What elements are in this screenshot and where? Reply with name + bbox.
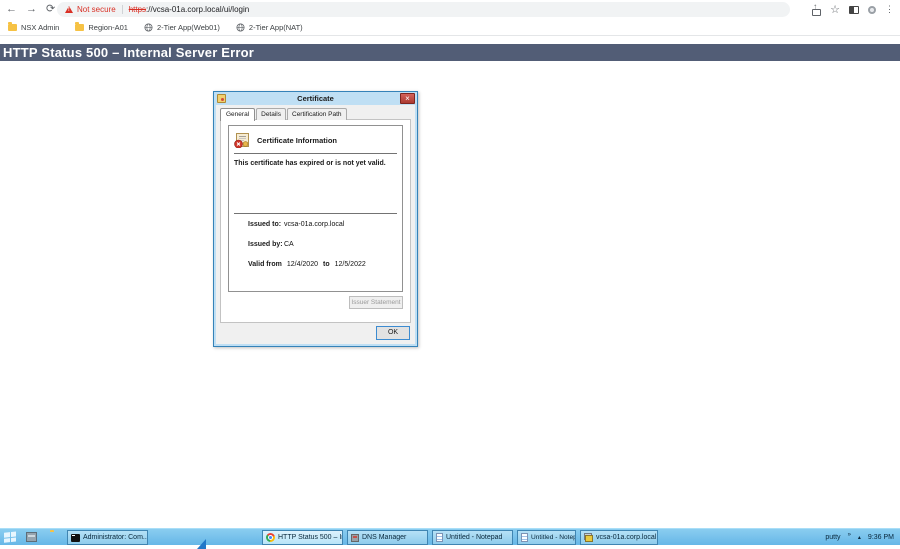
taskbar: Administrator: Com... HTTP Status 500 – … bbox=[0, 528, 900, 545]
dialog-title: Certificate bbox=[214, 94, 417, 103]
browser-menu-icon[interactable]: ⋮ bbox=[885, 4, 894, 15]
certificate-dialog: Certificate × General Details Certificat… bbox=[213, 91, 418, 347]
taskbar-button-label: Administrator: Com... bbox=[83, 534, 148, 541]
notepad-icon bbox=[436, 533, 443, 542]
close-icon[interactable]: × bbox=[400, 93, 415, 104]
taskbar-button-label: vcsa-01a.corp.local -... bbox=[596, 534, 658, 541]
dialog-tabs: General Details Certification Path bbox=[220, 108, 348, 120]
chrome-icon bbox=[266, 533, 275, 542]
share-icon[interactable] bbox=[811, 5, 821, 15]
show-hidden-icons-icon[interactable]: ▴ bbox=[858, 534, 861, 541]
bookmark-label: Region-A01 bbox=[88, 23, 128, 32]
forward-icon[interactable]: → bbox=[26, 4, 37, 15]
dialog-title-bar[interactable]: Certificate × bbox=[214, 92, 417, 105]
folder-icon bbox=[75, 24, 84, 31]
certificate-status-message: This certificate has expired or is not y… bbox=[229, 154, 402, 173]
ok-button[interactable]: OK bbox=[376, 326, 410, 340]
taskbar-button-label: DNS Manager bbox=[362, 534, 406, 541]
cmd-icon bbox=[71, 534, 80, 542]
folder-icon bbox=[8, 24, 17, 31]
taskbar-button-dns-manager[interactable]: DNS Manager bbox=[347, 530, 428, 545]
issued-to-value: vcsa-01a.corp.local bbox=[284, 221, 344, 228]
valid-to-joiner: to bbox=[323, 261, 330, 268]
bookmark-2tier-web01[interactable]: 2-Tier App(Web01) bbox=[144, 23, 220, 32]
omnibox-divider bbox=[122, 5, 123, 14]
profile-avatar[interactable] bbox=[868, 6, 876, 14]
warning-icon bbox=[65, 6, 73, 13]
blue-sail-app-icon[interactable] bbox=[197, 532, 206, 539]
url-protocol: https bbox=[129, 5, 146, 14]
valid-to-value: 12/5/2022 bbox=[335, 261, 366, 268]
bookmark-2tier-nat[interactable]: 2-Tier App(NAT) bbox=[236, 23, 303, 32]
dns-manager-icon bbox=[351, 534, 359, 542]
issuer-statement-button[interactable]: Issuer Statement bbox=[349, 296, 403, 309]
bookmark-label: NSX Admin bbox=[21, 23, 59, 32]
general-tab-page: Certificate Information This certificate… bbox=[220, 119, 411, 323]
certificate-information-heading: Certificate Information bbox=[257, 136, 337, 145]
tab-certification-path[interactable]: Certification Path bbox=[287, 108, 347, 120]
taskbar-button-notepad-2[interactable]: Untitled - Notepad bbox=[517, 530, 576, 545]
taskbar-button-cmd[interactable]: Administrator: Com... bbox=[67, 530, 148, 545]
bookmark-folder-region-a01[interactable]: Region-A01 bbox=[75, 23, 128, 32]
not-secure-label[interactable]: Not secure bbox=[77, 5, 116, 14]
taskbar-clock[interactable]: 9:36 PM bbox=[868, 534, 894, 541]
side-panel-icon[interactable] bbox=[849, 6, 859, 14]
taskbar-button-label: HTTP Status 500 – In... bbox=[278, 534, 343, 541]
server-manager-icon[interactable] bbox=[26, 532, 37, 542]
globe-icon bbox=[144, 23, 153, 32]
valid-from-label: Valid from bbox=[248, 261, 282, 268]
issued-by-value: CA bbox=[284, 241, 294, 248]
issued-to-row: Issued to: vcsa-01a.corp.local bbox=[248, 221, 398, 241]
issued-by-label: Issued by: bbox=[248, 241, 284, 248]
putty-icon bbox=[584, 533, 593, 542]
back-icon[interactable]: ← bbox=[6, 4, 17, 15]
notepad-icon bbox=[521, 533, 528, 542]
taskbar-button-putty-session[interactable]: vcsa-01a.corp.local -... bbox=[580, 530, 658, 545]
address-bar[interactable]: Not secure https://vcsa-01a.corp.local/u… bbox=[57, 2, 790, 17]
monitor-app-icon[interactable] bbox=[152, 532, 154, 540]
bookmark-label: 2-Tier App(Web01) bbox=[157, 23, 220, 32]
bookmark-star-icon[interactable]: ☆ bbox=[830, 3, 840, 16]
dialog-body: General Details Certification Path Cert bbox=[216, 105, 415, 344]
bookmark-folder-nsx-admin[interactable]: NSX Admin bbox=[8, 23, 59, 32]
browser-toolbar: ← → ⟳ Not secure https://vcsa-01a.corp.l… bbox=[0, 0, 900, 19]
http-500-error-title: HTTP Status 500 – Internal Server Error bbox=[0, 44, 900, 61]
system-tray: putty » ▴ 9:36 PM bbox=[825, 529, 894, 546]
issued-by-row: Issued by: CA bbox=[248, 241, 398, 261]
divider bbox=[234, 213, 397, 214]
certificate-error-icon bbox=[234, 133, 250, 148]
bookmarks-bar: NSX Admin Region-A01 2-Tier App(Web01) 2… bbox=[0, 19, 900, 36]
toolbar-overflow-icon[interactable]: » bbox=[848, 532, 851, 538]
certificate-info-box: Certificate Information This certificate… bbox=[228, 125, 403, 292]
issued-to-label: Issued to: bbox=[248, 221, 284, 228]
valid-from-value: 12/4/2020 bbox=[287, 261, 318, 268]
tab-details[interactable]: Details bbox=[256, 108, 286, 120]
taskbar-button-label: Untitled - Notepad bbox=[531, 534, 576, 541]
putty-toolbar-label[interactable]: putty bbox=[825, 534, 840, 541]
tab-general[interactable]: General bbox=[220, 108, 255, 121]
taskbar-button-chrome[interactable]: HTTP Status 500 – In... bbox=[262, 530, 343, 545]
taskbar-button-label: Untitled - Notepad bbox=[446, 534, 502, 541]
globe-icon bbox=[236, 23, 245, 32]
validity-row: Valid from 12/4/2020 to 12/5/2022 bbox=[248, 261, 398, 281]
taskbar-button-notepad-1[interactable]: Untitled - Notepad bbox=[432, 530, 513, 545]
refresh-icon[interactable]: ⟳ bbox=[46, 4, 55, 15]
bookmark-label: 2-Tier App(NAT) bbox=[249, 23, 303, 32]
start-button-icon[interactable] bbox=[4, 531, 18, 543]
url-text[interactable]: ://vcsa-01a.corp.local/ui/login bbox=[146, 5, 249, 14]
